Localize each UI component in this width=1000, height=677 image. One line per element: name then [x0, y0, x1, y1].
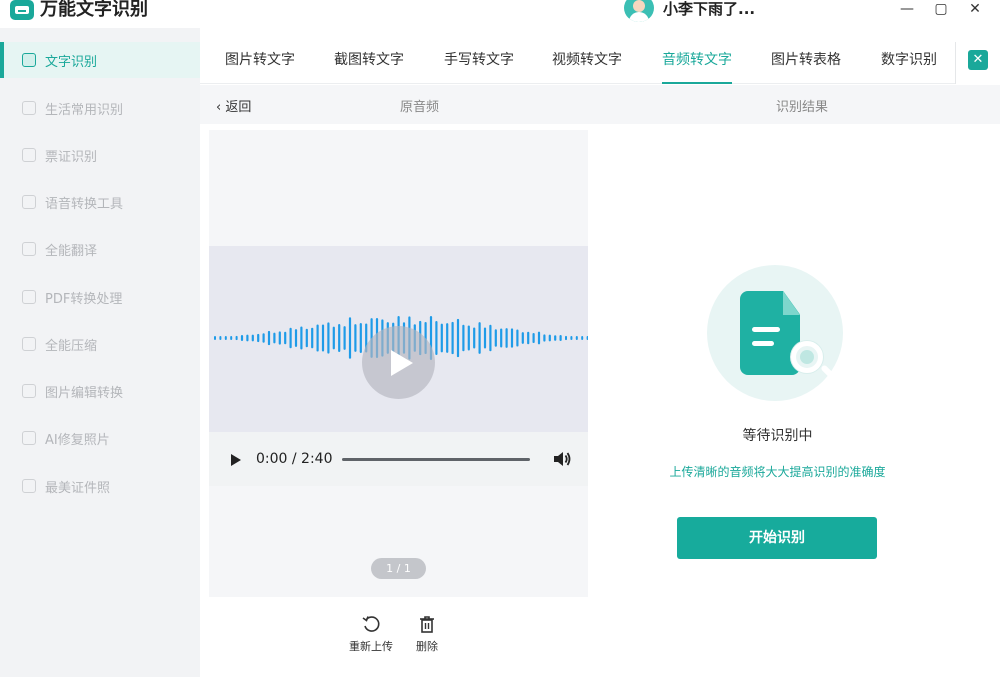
tab-video-to-text[interactable]: 视频转文字	[552, 42, 622, 84]
magnifier-icon	[791, 341, 823, 373]
tab-image-to-text[interactable]: 图片转文字	[225, 42, 295, 84]
refresh-icon	[362, 616, 380, 632]
sidebar-item-ai-repair[interactable]: AI修复照片	[0, 420, 200, 456]
sub-header: ‹ 返回 原音频 识别结果	[200, 85, 1000, 124]
sidebar-item-label: 最美证件照	[45, 480, 111, 496]
start-recognition-button[interactable]: 开始识别	[677, 517, 877, 559]
delete-button[interactable]: 删除	[402, 614, 452, 654]
delete-label: 删除	[416, 640, 438, 653]
document-line	[752, 341, 774, 346]
sidebar-item-label: 语音转换工具	[45, 196, 124, 212]
sidebar-item-label: 票证识别	[45, 149, 98, 165]
chevron-left-icon: ‹	[216, 100, 226, 115]
play-overlay-button[interactable]	[362, 326, 435, 399]
compress-icon	[22, 337, 36, 351]
sidebar-item-id-photo[interactable]: 最美证件照	[0, 468, 200, 504]
sidebar-item-compress[interactable]: 全能压缩	[0, 326, 200, 362]
title-bar: 万能文字识别 小李下雨了... — ▢ ✕	[0, 0, 1000, 28]
minimize-icon[interactable]: —	[895, 0, 919, 20]
user-avatar[interactable]	[624, 0, 654, 22]
document-line	[752, 327, 780, 332]
original-audio-title: 原音频	[400, 100, 440, 115]
text-scan-icon	[22, 53, 36, 67]
user-name[interactable]: 小李下雨了...	[663, 0, 755, 19]
tab-audio-to-text[interactable]: 音频转文字	[662, 42, 732, 84]
sidebar-item-label: AI修复照片	[45, 432, 110, 448]
sidebar-item-label: 图片编辑转换	[45, 385, 124, 401]
maximize-icon[interactable]: ▢	[929, 0, 953, 20]
sidebar-item-label: PDF转换处理	[45, 291, 123, 307]
sidebar-item-ticket-recognition[interactable]: 票证识别	[0, 137, 200, 173]
back-label: 返回	[225, 100, 252, 115]
tab-bar: 图片转文字 截图转文字 手写转文字 视频转文字 音频转文字 图片转表格 数字识别	[200, 42, 1000, 84]
document-search-icon	[707, 265, 843, 401]
sidebar-item-translate[interactable]: 全能翻译	[0, 231, 200, 267]
pdf-icon	[22, 290, 36, 304]
result-title: 识别结果	[776, 100, 829, 115]
page-indicator: 1 / 1	[371, 558, 426, 579]
sidebar-item-life-recognition[interactable]: 生活常用识别	[0, 90, 200, 126]
life-scan-icon	[22, 101, 36, 115]
tab-number-recognition[interactable]: 数字识别	[881, 42, 937, 84]
magnifier-handle	[820, 364, 836, 380]
ticket-scan-icon	[22, 148, 36, 162]
sidebar-item-image-edit[interactable]: 图片编辑转换	[0, 373, 200, 409]
back-button[interactable]: ‹ 返回	[216, 96, 251, 115]
translate-icon	[22, 242, 36, 256]
sidebar-item-label: 生活常用识别	[45, 102, 124, 118]
trash-icon	[420, 616, 434, 633]
ai-repair-icon	[22, 431, 36, 445]
app-title: 万能文字识别	[40, 0, 148, 20]
sidebar-item-label: 全能翻译	[45, 243, 98, 259]
sidebar-item-text-recognition[interactable]: 文字识别	[0, 42, 200, 78]
tab-image-to-table[interactable]: 图片转表格	[771, 42, 841, 84]
app-logo-icon	[10, 0, 34, 20]
sidebar-item-pdf[interactable]: PDF转换处理	[0, 279, 200, 315]
volume-icon[interactable]	[552, 450, 572, 468]
sidebar-item-voice-tools[interactable]: 语音转换工具	[0, 184, 200, 220]
audio-waveform-area	[209, 246, 588, 432]
sidebar-item-label: 文字识别	[45, 54, 98, 70]
sidebar: 文字识别 生活常用识别 票证识别 语音转换工具 全能翻译 PDF转换处理 全能压…	[0, 28, 200, 677]
play-icon[interactable]	[231, 454, 241, 466]
id-photo-icon	[22, 479, 36, 493]
reupload-label: 重新上传	[349, 640, 393, 653]
close-icon[interactable]: ✕	[968, 50, 988, 70]
audio-panel: 0:00 / 2:40 1 / 1	[209, 130, 588, 597]
close-window-icon[interactable]: ✕	[963, 0, 987, 20]
recognition-hint: 上传清晰的音频将大大提高识别的准确度	[669, 465, 886, 479]
tab-handwriting-to-text[interactable]: 手写转文字	[444, 42, 514, 84]
image-edit-icon	[22, 384, 36, 398]
recognition-status: 等待识别中	[742, 428, 813, 444]
sidebar-item-label: 全能压缩	[45, 338, 98, 354]
reupload-button[interactable]: 重新上传	[346, 614, 396, 654]
audio-player: 0:00 / 2:40	[209, 432, 588, 486]
tab-screenshot-to-text[interactable]: 截图转文字	[334, 42, 404, 84]
audio-progress-track[interactable]	[342, 458, 530, 461]
audio-time: 0:00 / 2:40	[256, 451, 333, 467]
voice-convert-icon	[22, 195, 36, 209]
